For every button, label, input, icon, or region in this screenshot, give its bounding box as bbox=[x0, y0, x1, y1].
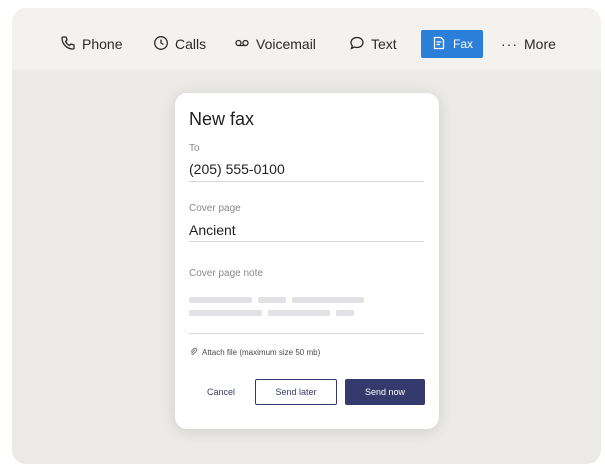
cover-page-select[interactable]: Ancient bbox=[189, 222, 236, 238]
chat-bubble-icon bbox=[349, 35, 365, 54]
text-placeholder bbox=[189, 297, 252, 303]
cover-page-note-field[interactable] bbox=[189, 291, 424, 327]
cover-page-label: Cover page bbox=[189, 203, 241, 214]
tab-calls[interactable]: Calls bbox=[153, 30, 206, 58]
tab-label: Fax bbox=[453, 37, 474, 51]
dialog-title: New fax bbox=[189, 109, 255, 129]
cover-page-underline bbox=[189, 241, 424, 242]
tab-voicemail[interactable]: Voicemail bbox=[234, 30, 316, 58]
new-fax-dialog: New fax To (205) 555-0100 Cover page Anc… bbox=[175, 93, 439, 429]
tab-label: More bbox=[524, 36, 556, 52]
app-window: Phone Calls Voicemail Text Fax ··· More … bbox=[12, 8, 601, 464]
to-field[interactable]: (205) 555-0100 bbox=[189, 161, 285, 177]
tab-label: Phone bbox=[82, 36, 123, 52]
voicemail-icon bbox=[234, 35, 250, 54]
note-field-underline bbox=[189, 333, 424, 334]
clock-icon bbox=[153, 35, 169, 54]
tab-label: Voicemail bbox=[256, 36, 316, 52]
phone-icon bbox=[60, 35, 76, 54]
send-now-button[interactable]: Send now bbox=[345, 379, 425, 405]
text-placeholder bbox=[258, 297, 286, 303]
tab-phone[interactable]: Phone bbox=[60, 30, 122, 58]
attach-file-link[interactable]: Attach file (maximum size 50 mb) bbox=[189, 347, 320, 358]
tab-fax[interactable]: Fax bbox=[421, 30, 484, 58]
to-label: To bbox=[189, 143, 200, 154]
text-placeholder bbox=[292, 297, 364, 303]
tab-text[interactable]: Text bbox=[349, 30, 397, 58]
send-later-button[interactable]: Send later bbox=[255, 379, 337, 405]
attach-file-label: Attach file (maximum size 50 mb) bbox=[202, 348, 321, 357]
text-placeholder bbox=[268, 310, 330, 316]
tab-label: Calls bbox=[175, 36, 207, 52]
cancel-button[interactable]: Cancel bbox=[195, 379, 247, 405]
fax-icon bbox=[431, 35, 447, 54]
paperclip-icon bbox=[189, 347, 198, 358]
ellipsis-icon: ··· bbox=[501, 36, 518, 52]
top-navigation-bar: Phone Calls Voicemail Text Fax ··· More bbox=[12, 8, 601, 70]
text-placeholder bbox=[189, 310, 262, 316]
tab-more[interactable]: ··· More bbox=[501, 30, 556, 58]
text-placeholder bbox=[336, 310, 354, 316]
cover-page-note-label: Cover page note bbox=[189, 268, 263, 279]
tab-label: Text bbox=[371, 36, 397, 52]
to-field-underline bbox=[189, 181, 424, 182]
